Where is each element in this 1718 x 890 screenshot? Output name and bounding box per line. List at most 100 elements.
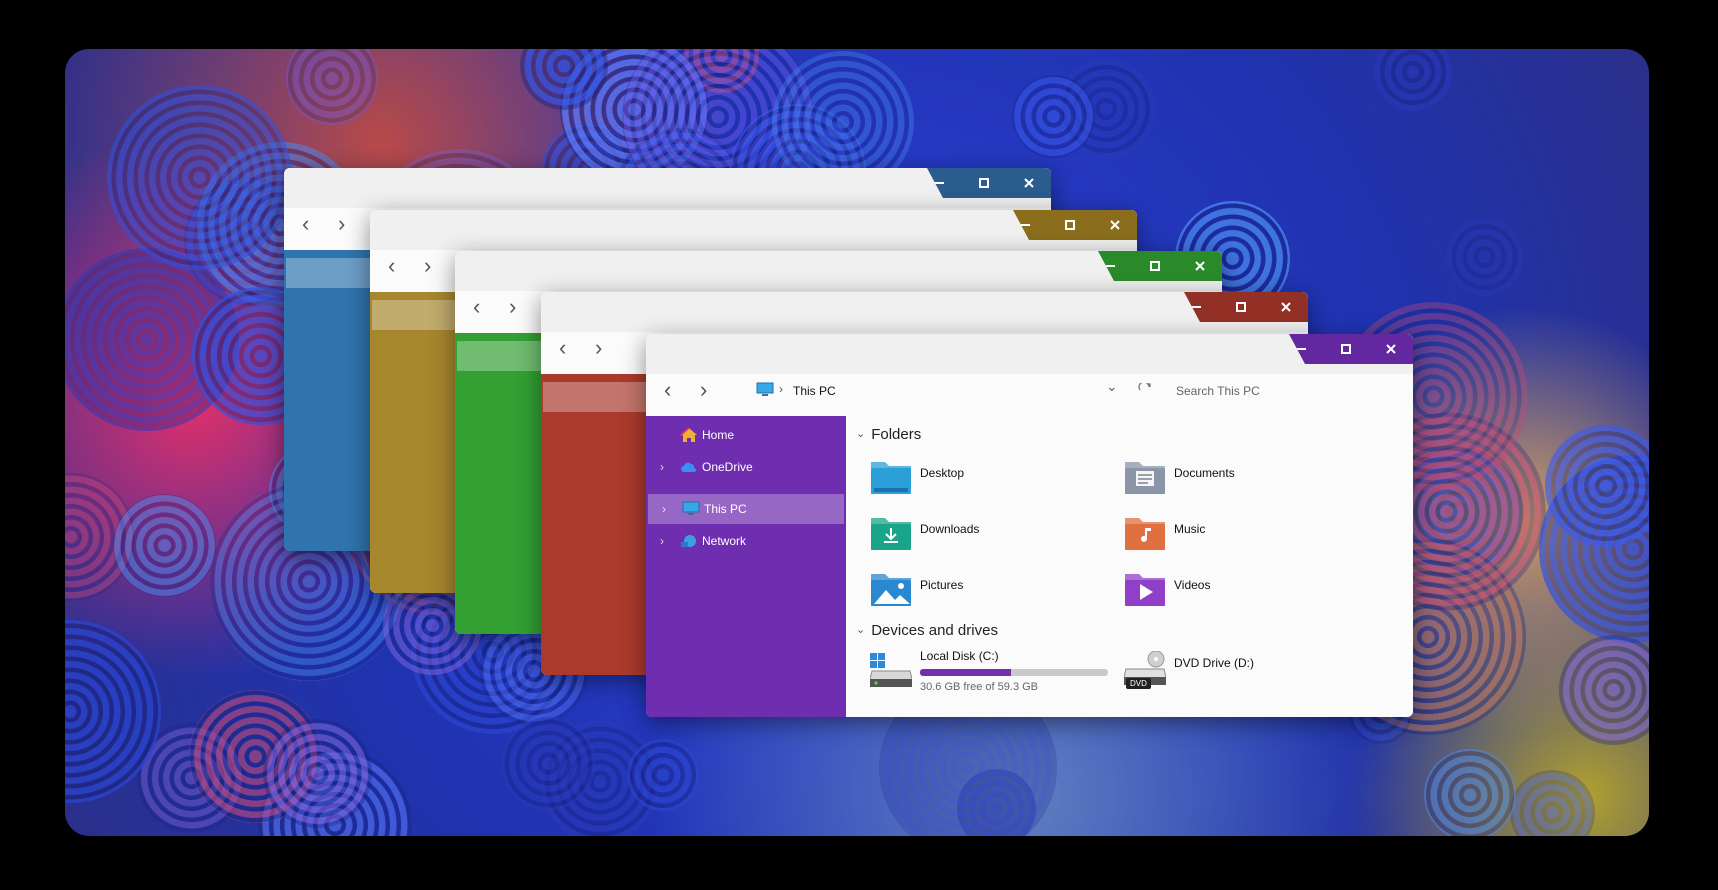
maximize-button[interactable] xyxy=(1218,292,1263,322)
sidebar-item-label: This PC xyxy=(704,502,747,516)
folder-desktop[interactable]: Desktop xyxy=(870,458,1120,502)
expand-chevron-icon[interactable]: › xyxy=(660,460,664,474)
windows-drive-icon xyxy=(869,651,913,689)
folder-label: Pictures xyxy=(920,578,964,592)
drive-free-space: 30.6 GB free of 59.3 GB xyxy=(920,681,1039,693)
wallpaper-swirl xyxy=(1056,59,1157,160)
forward-icon[interactable]: › xyxy=(509,295,516,319)
folders-section-header[interactable]: ⌄ Folders xyxy=(856,426,921,443)
sidebar-item-label: Home xyxy=(702,428,735,442)
address-dropdown-icon[interactable]: ⌄ xyxy=(1106,378,1118,395)
folder-label: Desktop xyxy=(920,466,965,480)
wallpaper-swirl xyxy=(502,717,596,810)
close-button[interactable] xyxy=(1092,210,1137,240)
forward-icon[interactable]: › xyxy=(595,336,602,360)
back-icon[interactable]: ‹ xyxy=(559,336,566,360)
sidebar-item-network[interactable]: › Network xyxy=(646,526,846,556)
wallpaper-swirl xyxy=(65,247,239,432)
maximize-icon xyxy=(978,178,989,188)
forward-icon[interactable]: › xyxy=(338,212,345,236)
home-icon xyxy=(679,427,698,443)
drive-usage-bar xyxy=(920,669,1108,676)
expand-chevron-icon[interactable]: › xyxy=(660,534,664,548)
close-button[interactable] xyxy=(1368,334,1413,364)
close-icon xyxy=(1280,302,1291,312)
forward-icon[interactable]: › xyxy=(700,378,707,402)
close-icon xyxy=(1385,344,1396,354)
wallpaper-swirl xyxy=(1539,454,1649,643)
drive-label: Local Disk (C:) xyxy=(920,649,999,663)
sidebar-item-onedrive[interactable]: › OneDrive xyxy=(646,452,846,482)
expand-chevron-icon[interactable]: › xyxy=(662,502,666,516)
wallpaper-swirl xyxy=(107,84,293,270)
address-bar-location[interactable]: This PC xyxy=(793,384,836,398)
wallpaper-swirl xyxy=(1544,424,1649,547)
back-icon[interactable]: ‹ xyxy=(388,254,395,278)
network-icon xyxy=(680,533,698,549)
wallpaper-swirl xyxy=(519,49,608,110)
wallpaper-swirl xyxy=(627,738,700,812)
close-icon xyxy=(1023,178,1034,188)
close-button[interactable] xyxy=(1006,168,1051,198)
sidebar-item-this-pc[interactable]: › This PC xyxy=(648,494,844,524)
section-title: Folders xyxy=(871,426,922,443)
drives-section-header[interactable]: ⌄ Devices and drives xyxy=(856,622,998,639)
maximize-button[interactable] xyxy=(1323,334,1368,364)
music-folder-icon xyxy=(1124,514,1166,552)
forward-icon[interactable]: › xyxy=(424,254,431,278)
close-icon xyxy=(1194,261,1205,271)
sidebar-item-label: Network xyxy=(702,534,747,548)
wallpaper-swirl xyxy=(1445,218,1524,296)
folder-label: Documents xyxy=(1174,466,1235,480)
folder-music[interactable]: Music xyxy=(1124,514,1374,558)
monitor-icon xyxy=(682,501,700,517)
wallpaper-swirl xyxy=(684,49,760,94)
wallpaper-swirl xyxy=(257,747,412,836)
close-button[interactable] xyxy=(1177,251,1222,281)
sidebar-item-label: OneDrive xyxy=(702,460,753,474)
videos-folder-icon xyxy=(1124,570,1166,608)
folder-label: Videos xyxy=(1174,578,1211,592)
folder-pictures[interactable]: Pictures xyxy=(870,570,1120,614)
dvd-badge: DVD xyxy=(1126,678,1151,689)
collapse-chevron-icon[interactable]: ⌄ xyxy=(856,623,865,636)
maximize-button[interactable] xyxy=(961,168,1006,198)
maximize-icon xyxy=(1340,344,1351,354)
sidebar-item-home[interactable]: Home xyxy=(646,420,846,450)
search-input[interactable]: Search This PC xyxy=(1176,384,1260,398)
wallpaper-swirl xyxy=(957,768,1037,836)
monitor-icon xyxy=(756,382,774,403)
wallpaper-swirl xyxy=(262,718,372,828)
wallpaper-swirl xyxy=(1510,769,1595,836)
wallpaper-swirl xyxy=(538,719,662,836)
back-icon[interactable]: ‹ xyxy=(302,212,309,236)
documents-folder-icon xyxy=(1124,458,1166,496)
maximize-button[interactable] xyxy=(1047,210,1092,240)
wallpaper-swirl xyxy=(113,493,217,597)
collapse-chevron-icon[interactable]: ⌄ xyxy=(856,427,865,440)
drive-1[interactable]: DVD Drive (D:) DVD xyxy=(1123,647,1374,693)
explorer-window-purple[interactable]: ‹ › › This PC ⌄ Search This PC Home › OneDrive › T… xyxy=(646,334,1413,717)
wallpaper-swirl xyxy=(136,723,246,833)
wallpaper-swirl xyxy=(559,49,710,185)
back-icon[interactable]: ‹ xyxy=(664,378,671,402)
refresh-icon[interactable] xyxy=(1138,381,1152,402)
folder-videos[interactable]: Videos xyxy=(1124,570,1374,614)
pictures-folder-icon xyxy=(870,570,912,608)
maximize-icon xyxy=(1149,261,1160,271)
folder-documents[interactable]: Documents xyxy=(1124,458,1374,502)
wallpaper-swirl xyxy=(1011,75,1095,159)
downloads-folder-icon xyxy=(870,514,912,552)
folder-label: Music xyxy=(1174,522,1206,536)
drive-0[interactable]: Local Disk (C:) 30.6 GB free of 59.3 GB xyxy=(869,647,1120,693)
maximize-icon xyxy=(1235,302,1246,312)
maximize-icon xyxy=(1064,220,1075,230)
wallpaper-swirl xyxy=(286,49,379,125)
folder-label: Downloads xyxy=(920,522,980,536)
close-button[interactable] xyxy=(1263,292,1308,322)
wallpaper-swirl xyxy=(1374,49,1452,111)
back-icon[interactable]: ‹ xyxy=(473,295,480,319)
folder-downloads[interactable]: Downloads xyxy=(870,514,1120,558)
cloud-icon xyxy=(680,459,698,475)
maximize-button[interactable] xyxy=(1132,251,1177,281)
